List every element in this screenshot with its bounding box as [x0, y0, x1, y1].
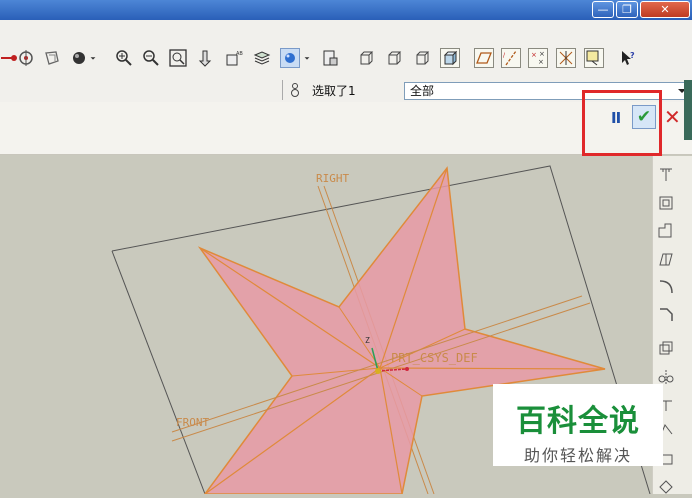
close-window-button[interactable]: ✕: [640, 1, 690, 18]
draft-icon[interactable]: [655, 248, 677, 270]
plane-display-icon[interactable]: [474, 48, 494, 68]
rib-icon[interactable]: [655, 220, 677, 242]
datum-plane-icon[interactable]: [196, 48, 216, 68]
round-icon[interactable]: [655, 276, 677, 298]
orient-icon[interactable]: [42, 48, 62, 68]
watermark-subtitle: 助你轻松解决: [523, 446, 632, 465]
csys-display-icon[interactable]: [556, 48, 576, 68]
chevron-down-icon[interactable]: [88, 48, 98, 68]
whats-this-icon[interactable]: ?: [618, 48, 638, 68]
selection-status: 选取了1: [312, 84, 356, 98]
watermark-logo: 百科全说 助你轻松解决: [493, 384, 663, 466]
zoom-out-icon[interactable]: [141, 48, 161, 68]
highlight-box: [582, 90, 662, 156]
svg-text:×: ×: [531, 51, 537, 59]
datum-right-label: RIGHT: [316, 172, 350, 185]
csys-x-point: [405, 367, 409, 371]
hidden-line-icon[interactable]: [384, 48, 404, 68]
datum-axis-icon[interactable]: AB: [224, 48, 244, 68]
smart-select-icon[interactable]: [288, 82, 302, 100]
svg-text:×: ×: [538, 58, 544, 66]
svg-text:AB: AB: [236, 51, 243, 57]
shading-icon[interactable]: [70, 48, 90, 68]
pattern-icon[interactable]: [655, 338, 677, 360]
csys-origin: [375, 368, 381, 374]
restore-button[interactable]: ❐: [616, 1, 638, 18]
axis-display-icon[interactable]: /: [501, 48, 521, 68]
annotation-display-icon[interactable]: [584, 48, 604, 68]
display-style-icon[interactable]: [280, 48, 300, 68]
saved-views-icon[interactable]: [320, 48, 340, 68]
thicken-icon[interactable]: [655, 476, 677, 498]
axis-z-label: Z: [365, 336, 370, 345]
refit-icon[interactable]: [168, 48, 188, 68]
csys-label: PRT_CSYS_DEF: [391, 351, 478, 365]
main-toolbar: AB / × × × ?: [0, 20, 692, 79]
window-title-bar: — ❐ ✕: [0, 0, 692, 20]
shaded-icon[interactable]: [440, 48, 460, 68]
no-hidden-icon[interactable]: [412, 48, 432, 68]
datum-front-label: FRONT: [176, 416, 210, 429]
chevron-down-icon[interactable]: [302, 48, 312, 68]
shell-icon[interactable]: [655, 192, 677, 214]
toolbar-separator: [282, 80, 283, 100]
svg-text:?: ?: [630, 51, 635, 60]
spin-center-icon[interactable]: [16, 48, 36, 68]
watermark-title: 百科全说: [516, 404, 640, 439]
layers-icon[interactable]: [252, 48, 272, 68]
zoom-in-icon[interactable]: [114, 48, 134, 68]
cancel-button[interactable]: ✕: [664, 105, 681, 129]
wireframe-icon[interactable]: [356, 48, 376, 68]
svg-text:/: /: [503, 52, 506, 59]
point-display-icon[interactable]: × × ×: [528, 48, 548, 68]
minimize-button[interactable]: —: [592, 1, 614, 18]
hole-icon[interactable]: [655, 164, 677, 186]
side-panel-tab[interactable]: [684, 80, 692, 140]
chamfer-icon[interactable]: [655, 304, 677, 326]
svg-text:×: ×: [539, 50, 545, 58]
